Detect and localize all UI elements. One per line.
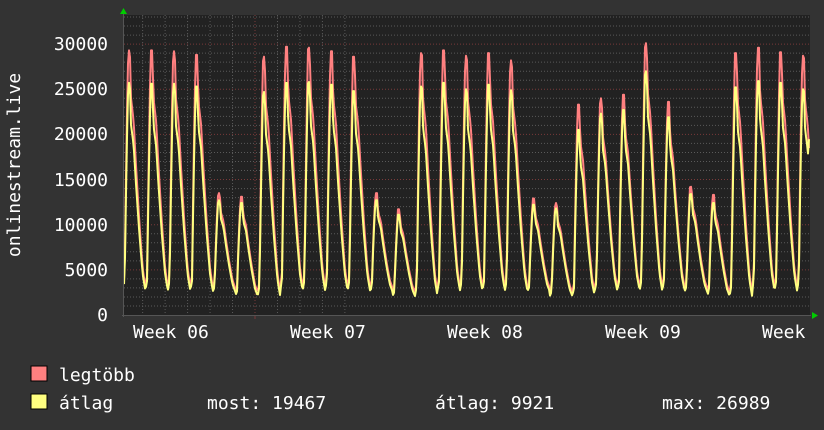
legend-maximum: max: 26989 bbox=[662, 393, 770, 414]
y-tick-label: 20000 bbox=[54, 124, 108, 145]
legend-swatch-avg bbox=[30, 393, 48, 410]
legend: legtöbb átlag most: 19467 átlag: 9921 ma… bbox=[30, 365, 770, 414]
legend-average: átlag: 9921 bbox=[435, 393, 554, 414]
x-tick-label: Week 09 bbox=[605, 322, 681, 343]
y-tick-label: 5000 bbox=[65, 260, 108, 281]
y-axis-label: onlinestream.live bbox=[4, 73, 25, 257]
x-tick-label: Week 07 bbox=[290, 322, 366, 343]
y-tick-labels: 0 5000 10000 15000 20000 25000 30000 bbox=[54, 34, 108, 326]
x-tick-label: Week 06 bbox=[133, 322, 209, 343]
y-tick-label: 30000 bbox=[54, 34, 108, 55]
legend-current: most: 19467 bbox=[207, 393, 326, 414]
legend-swatch-max bbox=[30, 365, 48, 382]
legend-label-max: legtöbb bbox=[59, 365, 135, 386]
x-axis-arrow-icon bbox=[812, 312, 818, 319]
y-tick-label: 15000 bbox=[54, 170, 108, 191]
y-tick-label: 0 bbox=[97, 305, 108, 326]
rrd-chart: 0 5000 10000 15000 20000 25000 30000 Wee… bbox=[4, 8, 824, 414]
y-tick-label: 10000 bbox=[54, 215, 108, 236]
y-axis-arrow-icon bbox=[120, 8, 127, 14]
x-tick-label: Week 08 bbox=[447, 322, 523, 343]
legend-label-avg: átlag bbox=[59, 393, 113, 414]
x-tick-labels: Week 06 Week 07 Week 08 Week 09 Week 10 bbox=[133, 322, 824, 343]
y-tick-label: 25000 bbox=[54, 79, 108, 100]
x-tick-label: Week 10 bbox=[762, 322, 824, 343]
